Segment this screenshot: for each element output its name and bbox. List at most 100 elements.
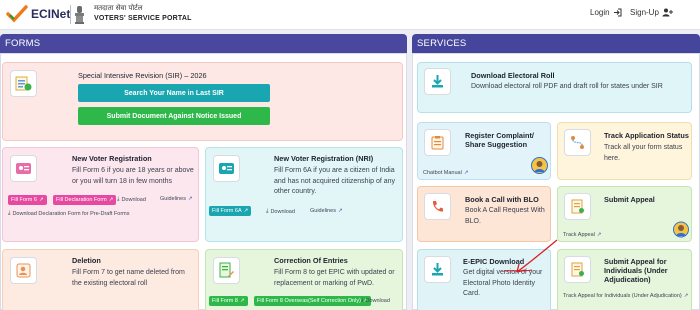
nri-title: New Voter Registration (NRI) [274, 154, 374, 163]
portal-title: VOTERS' SERVICE PORTAL [94, 15, 192, 22]
annotation-underline [503, 269, 533, 272]
fill-form-6-label: Fill Form 6 [11, 197, 37, 203]
external-link-icon: ↗ [596, 232, 602, 238]
checklist-icon [15, 76, 32, 91]
appeal-document-icon [571, 262, 584, 277]
complaint-title: Register Complaint/ Share Suggestion [465, 131, 534, 150]
electoral-roll-desc: Download electoral roll PDF and draft ro… [471, 83, 663, 90]
edit-document-icon [219, 262, 234, 278]
user-plus-icon [662, 8, 673, 17]
new-voter-icon [10, 155, 37, 182]
phone-call-icon [432, 201, 443, 212]
id-card-icon [16, 163, 31, 174]
fill-form-8-overseas-button[interactable]: Fill Form 8 Overseas(Self Correction Onl… [254, 296, 371, 306]
download-label: Download [121, 196, 146, 203]
track-status-title: Track Application Status [604, 131, 689, 140]
correction-download-link[interactable]: ⤓ Download [361, 297, 390, 304]
signup-label: Sign-Up [630, 8, 659, 17]
track-status-icon [564, 129, 591, 156]
new-voter-title: New Voter Registration [72, 154, 152, 163]
book-blo-title: Book a Call with BLO [465, 195, 539, 204]
download-icon [432, 263, 443, 276]
electoral-roll-icon [424, 68, 451, 95]
correction-icon [213, 257, 240, 284]
top-header: ECINet मतदाता सेवा पोर्टल VOTERS' SERVIC… [0, 0, 700, 30]
signup-link[interactable]: Sign-Up [630, 8, 673, 17]
sir-title: Special Intensive Revision (SIR) – 2026 [78, 71, 207, 80]
new-voter-card: New Voter Registration Fill Form 6 if yo… [2, 147, 199, 242]
fill-form-8-button[interactable]: Fill Form 8 ↗ [209, 296, 248, 306]
download-label: Download [365, 297, 390, 304]
track-appeal-link[interactable]: Track Appeal ↗ [563, 232, 602, 238]
track-appeal-individuals-label: Track Appeal for Individuals (Under Adju… [563, 293, 682, 299]
guidelines-label: Guidelines [160, 196, 186, 202]
id-card-icon [219, 163, 234, 174]
complaint-card[interactable]: Register Complaint/ Share Suggestion Cha… [417, 122, 551, 180]
submit-appeal-title: Submit Appeal [604, 195, 655, 204]
new-voter-download-link[interactable]: ⤓ Download [117, 196, 146, 203]
deletion-desc: Fill Form 7 to get name deleted from the… [72, 269, 185, 287]
nri-icon [213, 155, 240, 182]
chatbot-avatar-icon[interactable] [673, 221, 689, 238]
deletion-title: Deletion [72, 256, 101, 265]
submit-document-button[interactable]: Submit Document Against Notice Issued [78, 107, 270, 125]
external-link-icon: ↗ [108, 197, 114, 203]
e-epic-icon [424, 256, 451, 283]
correction-card: Correction Of Entries Fill Form 8 to get… [205, 249, 403, 310]
appeal-individuals-icon [564, 256, 591, 283]
logo-divider [70, 5, 71, 24]
book-blo-card[interactable]: Book a Call with BLO Book A Call Request… [417, 186, 551, 242]
download-label: Download [270, 208, 295, 215]
submit-appeal-icon [564, 193, 591, 220]
download-icon: ⤓ [266, 208, 269, 214]
track-appeal-individuals-link[interactable]: Track Appeal for Individuals (Under Adju… [563, 293, 688, 299]
submit-appeal-card[interactable]: Submit Appeal Track Appeal ↗ [557, 186, 692, 242]
fill-declaration-form-button[interactable]: Fill Declaration Form ↗ [53, 195, 117, 205]
deletion-card: Deletion Fill Form 7 to get name deleted… [2, 249, 199, 310]
new-voter-desc: Fill Form 6 if you are 18 years or above… [72, 167, 194, 185]
new-voter-guidelines-link[interactable]: Guidelines ↗ [160, 196, 193, 202]
sir-icon [10, 70, 37, 97]
correction-title: Correction Of Entries [274, 256, 348, 265]
download-icon [432, 75, 443, 88]
chatbot-avatar-icon[interactable] [531, 157, 548, 174]
fill-form-6a-button[interactable]: Fill Form 6A ↗ [209, 206, 252, 216]
external-link-icon: ↗ [243, 208, 249, 214]
chatbot-manual-link[interactable]: Chatbot Manual ↗ [423, 170, 468, 176]
track-status-card[interactable]: Track Application Status Track all your … [557, 122, 692, 180]
nri-desc: Fill Form 6A if you are a citizen of Ind… [274, 167, 396, 195]
nri-card: New Voter Registration (NRI) Fill Form 6… [205, 147, 403, 242]
services-heading: SERVICES [412, 34, 700, 53]
login-icon [613, 8, 622, 17]
appeal-individuals-title: Submit Appeal for Individuals (Under Adj… [604, 257, 668, 285]
book-blo-desc: Book A Call Request With BLO. [465, 207, 545, 225]
appeal-individuals-card[interactable]: Submit Appeal for Individuals (Under Adj… [557, 249, 692, 310]
fill-form-8-label: Fill Form 8 [212, 298, 238, 304]
chatbot-manual-label: Chatbot Manual [423, 170, 462, 176]
fill-form-6-button[interactable]: Fill Form 6 ↗ [8, 195, 47, 205]
search-name-sir-button[interactable]: Search Your Name in Last SIR [78, 84, 270, 102]
nri-download-link[interactable]: ⤓ Download [266, 208, 295, 215]
complaint-icon [424, 129, 451, 156]
track-status-desc: Track all your form status here. [604, 144, 683, 162]
logo-text[interactable]: ECINet [31, 7, 70, 21]
deletion-icon [10, 257, 37, 284]
electoral-roll-card[interactable]: Download Electoral Roll Download elector… [417, 62, 692, 113]
declaration-download-label: Download Declaration Form for Pre-Draft … [12, 210, 130, 217]
appeal-document-icon [571, 199, 584, 214]
national-emblem-icon [75, 6, 84, 24]
book-blo-icon [424, 193, 451, 220]
nri-guidelines-link[interactable]: Guidelines ↗ [310, 208, 343, 214]
external-link-icon: ↗ [338, 208, 343, 214]
route-icon [571, 136, 584, 149]
declaration-download-link[interactable]: ⤓ Download Declaration Form for Pre-Draft… [8, 210, 130, 217]
track-appeal-label: Track Appeal [563, 232, 595, 238]
electoral-roll-title: Download Electoral Roll [471, 71, 555, 80]
fill-form-6a-label: Fill Form 6A [212, 208, 242, 214]
external-link-icon: ↗ [38, 197, 44, 203]
login-link[interactable]: Login [590, 8, 622, 17]
forms-heading: FORMS [0, 34, 407, 53]
clipboard-icon [431, 136, 444, 150]
download-icon: ⤓ [117, 196, 120, 202]
login-label: Login [590, 8, 610, 17]
